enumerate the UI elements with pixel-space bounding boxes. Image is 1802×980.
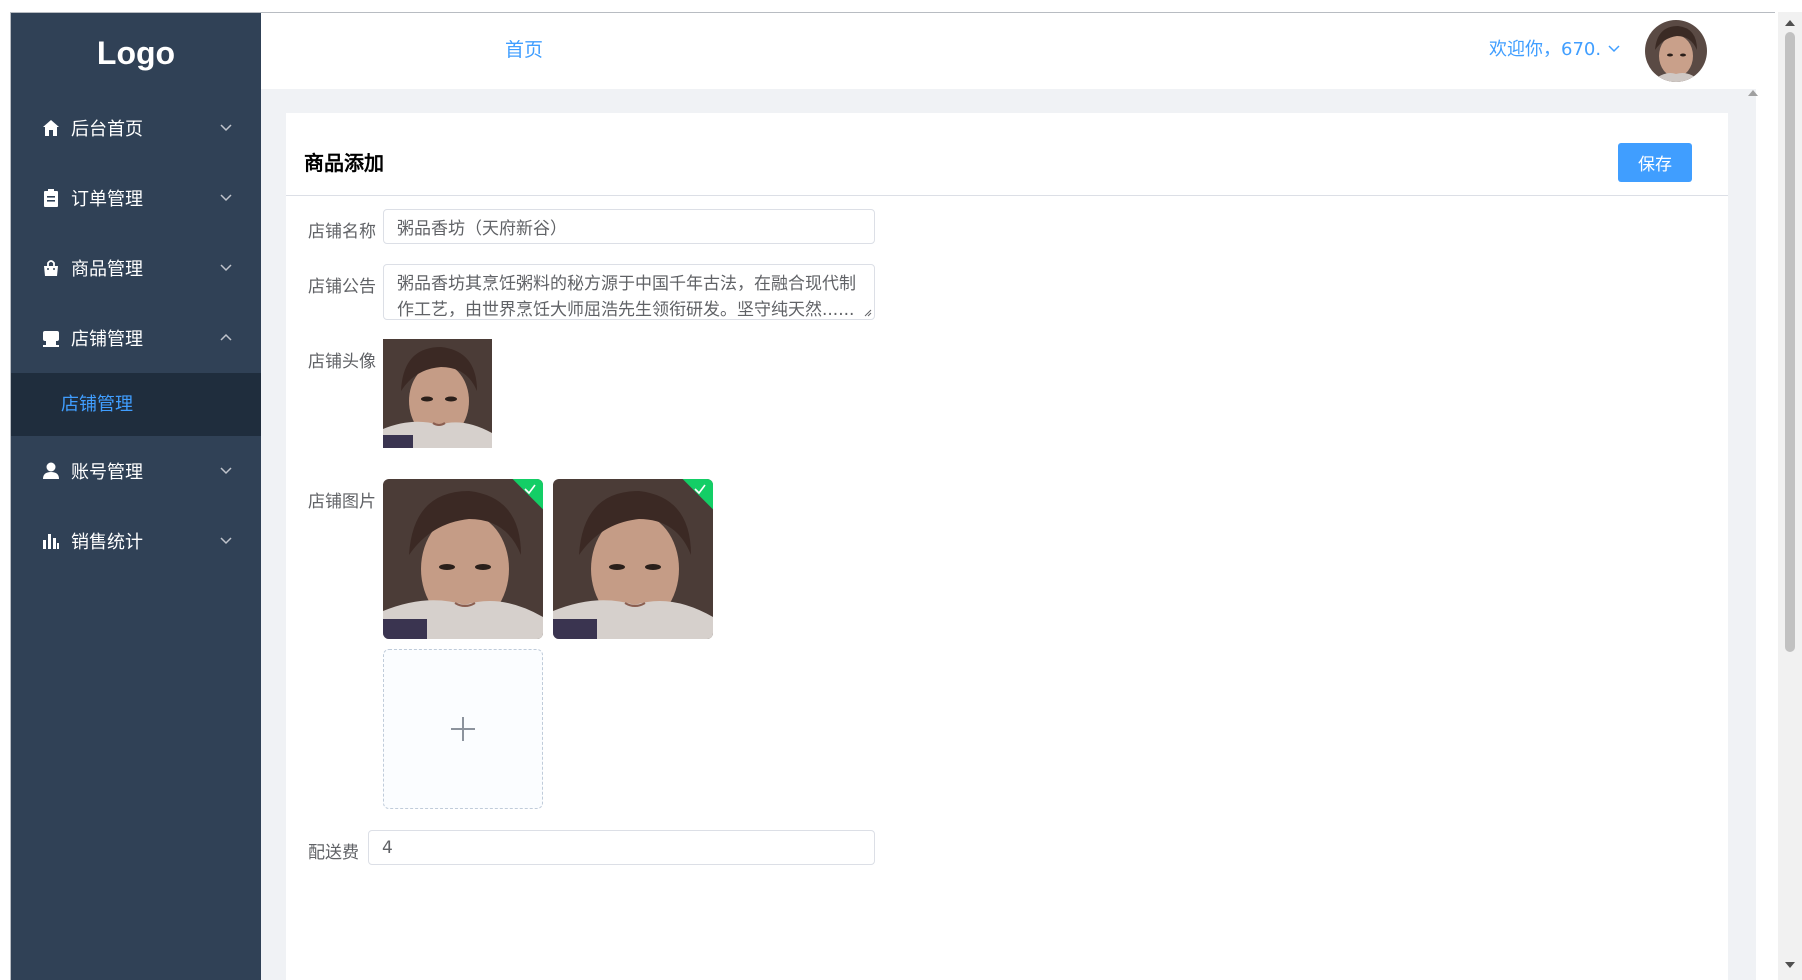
inner-scroll-up-icon[interactable] — [1746, 86, 1760, 100]
top-header: 首页 欢迎你，670. — [261, 13, 1775, 89]
submenu-item-shop-management[interactable]: 店铺管理 — [11, 373, 261, 436]
shop-image-2[interactable] — [553, 479, 713, 639]
scroll-up-icon[interactable] — [1782, 16, 1798, 30]
page-title: 商品添加 — [304, 151, 384, 175]
shop-name-input[interactable]: 粥品香坊（天府新谷） — [383, 209, 875, 244]
app-window: Logo 后台首页 订单管理 商品管理 店铺管理 店铺管理 账号管理 销售统计 … — [10, 12, 1775, 980]
home-icon — [41, 118, 61, 138]
sidebar-item-dashboard[interactable]: 后台首页 — [11, 93, 261, 163]
sidebar-item-label: 账号管理 — [71, 462, 143, 483]
check-icon — [524, 484, 536, 495]
shop-images-label: 店铺图片 — [308, 492, 376, 512]
sidebar-item-sales-stats[interactable]: 销售统计 — [11, 506, 261, 576]
shop-notice-label: 店铺公告 — [308, 277, 376, 297]
sidebar: Logo 后台首页 订单管理 商品管理 店铺管理 店铺管理 账号管理 销售统计 — [11, 13, 261, 980]
sidebar-item-products[interactable]: 商品管理 — [11, 233, 261, 303]
sidebar-item-label: 店铺管理 — [71, 329, 143, 350]
chevron-down-icon — [1608, 45, 1620, 53]
form-card: 商品添加 保存 店铺名称 粥品香坊（天府新谷） 店铺公告 粥品香坊其烹饪粥料的秘… — [286, 113, 1728, 980]
shop-notice-text: 粥品香坊其烹饪粥料的秘方源于中国千年古法，在融合现代制作工艺，由世界烹饪大师屈浩… — [397, 274, 856, 320]
scrollbar-thumb[interactable] — [1785, 32, 1795, 652]
card-header: 商品添加 保存 — [286, 113, 1728, 196]
sidebar-item-accounts[interactable]: 账号管理 — [11, 436, 261, 506]
main-content: 商品添加 保存 店铺名称 粥品香坊（天府新谷） 店铺公告 粥品香坊其烹饪粥料的秘… — [261, 89, 1756, 980]
chevron-down-icon — [220, 264, 232, 272]
delivery-fee-input[interactable]: 4 — [368, 830, 875, 865]
sidebar-item-label: 后台首页 — [71, 119, 143, 140]
sidebar-item-shops[interactable]: 店铺管理 — [11, 303, 261, 373]
save-button[interactable]: 保存 — [1618, 143, 1692, 182]
welcome-text: 欢迎你，670. — [1489, 39, 1602, 60]
shop-avatar-image[interactable] — [383, 339, 492, 448]
resize-grip-icon[interactable] — [862, 307, 872, 317]
shop-avatar-label: 店铺头像 — [308, 352, 376, 372]
sidebar-item-label: 销售统计 — [71, 532, 143, 553]
shopping-bag-icon — [41, 258, 61, 278]
sidebar-item-orders[interactable]: 订单管理 — [11, 163, 261, 233]
sidebar-item-label: 商品管理 — [71, 259, 143, 280]
bar-chart-icon — [41, 531, 61, 551]
avatar[interactable] — [1645, 20, 1707, 82]
user-dropdown[interactable]: 欢迎你，670. — [1489, 35, 1621, 61]
scroll-down-icon[interactable] — [1782, 958, 1798, 972]
delivery-fee-label: 配送费 — [308, 843, 359, 863]
shop-notice-textarea[interactable]: 粥品香坊其烹饪粥料的秘方源于中国千年古法，在融合现代制作工艺，由世界烹饪大师屈浩… — [383, 264, 875, 320]
logo: Logo — [96, 35, 176, 71]
chevron-down-icon — [220, 194, 232, 202]
chevron-down-icon — [220, 124, 232, 132]
image-upload-button[interactable] — [383, 649, 543, 809]
plus-icon — [451, 717, 475, 741]
shop-name-label: 店铺名称 — [308, 222, 376, 242]
chevron-up-icon — [220, 333, 232, 341]
nav-home-link[interactable]: 首页 — [505, 35, 543, 62]
chevron-down-icon — [220, 467, 232, 475]
shop-image-1[interactable] — [383, 479, 543, 639]
check-icon — [694, 484, 706, 495]
page-scrollbar[interactable] — [1778, 12, 1802, 980]
user-icon — [41, 461, 61, 481]
store-icon — [41, 328, 61, 348]
sidebar-item-label: 订单管理 — [71, 189, 143, 210]
clipboard-icon — [41, 188, 61, 208]
chevron-down-icon — [220, 537, 232, 545]
